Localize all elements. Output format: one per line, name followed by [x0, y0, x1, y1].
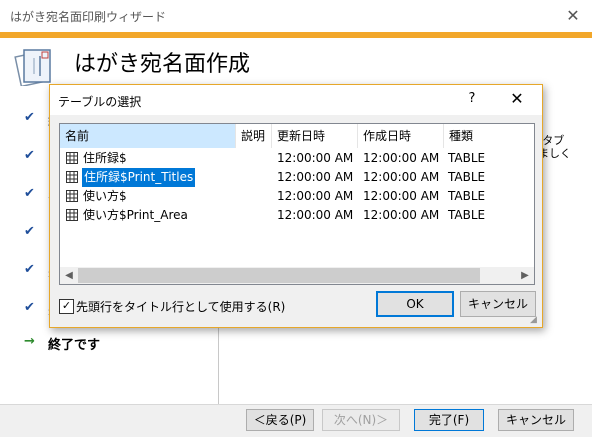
row-created: 12:00:00 AM: [363, 189, 440, 203]
dialog-cancel-button[interactable]: キャンセル: [460, 291, 536, 317]
row-type: TABLE: [448, 151, 486, 165]
use-header-row-label[interactable]: 先頭行をタイトル行として使用する(R): [76, 298, 285, 315]
table-row[interactable]: 使い方$ 12:00:00 AM 12:00:00 AM TABLE: [60, 187, 534, 206]
table-icon: [66, 190, 78, 202]
column-header-modified[interactable]: 更新日時: [272, 124, 358, 148]
table-header: 名前 説明 更新日時 作成日時 種類: [60, 124, 534, 148]
scroll-right-icon[interactable]: ▶: [518, 267, 532, 284]
use-header-row-checkbox[interactable]: ✓: [59, 299, 74, 314]
check-icon: ✔: [24, 300, 35, 315]
ok-button[interactable]: OK: [376, 291, 454, 317]
column-header-type[interactable]: 種類: [444, 124, 534, 148]
finish-button[interactable]: 完了(F): [414, 409, 484, 431]
check-icon: ✔: [24, 110, 35, 125]
row-type: TABLE: [448, 208, 486, 222]
back-button[interactable]: ＜戻る(P): [246, 409, 314, 431]
column-header-description[interactable]: 説明: [236, 124, 272, 148]
row-modified: 12:00:00 AM: [277, 170, 354, 184]
row-name: 住所録$: [83, 151, 127, 165]
wizard-cancel-button[interactable]: キャンセル: [498, 409, 574, 431]
row-created: 12:00:00 AM: [363, 170, 440, 184]
column-header-name[interactable]: 名前: [60, 124, 236, 148]
row-name: 使い方$Print_Area: [83, 208, 188, 222]
row-name: 使い方$: [83, 189, 127, 203]
row-modified: 12:00:00 AM: [277, 151, 354, 165]
table-row[interactable]: 使い方$Print_Area 12:00:00 AM 12:00:00 AM T…: [60, 206, 534, 225]
row-modified: 12:00:00 AM: [277, 208, 354, 222]
row-type: TABLE: [448, 189, 486, 203]
table-row[interactable]: 住所録$ 12:00:00 AM 12:00:00 AM TABLE: [60, 149, 534, 168]
dialog-title: テーブルの選択: [58, 95, 142, 109]
window-title: はがき宛名面印刷ウィザード: [10, 10, 167, 24]
check-icon: ✔: [24, 148, 35, 163]
next-button[interactable]: 次へ(N)＞: [322, 409, 400, 431]
resize-grip-icon[interactable]: ◢: [530, 315, 540, 325]
row-type: TABLE: [448, 170, 486, 184]
select-table-dialog: テーブルの選択 ? ✕ 名前 説明 更新日時 作成日時 種類 住所録$ 12:0…: [49, 84, 543, 328]
scrollbar-thumb[interactable]: [78, 268, 480, 283]
horizontal-scrollbar[interactable]: ◀ ▶: [60, 267, 534, 284]
arrow-right-icon: →: [24, 334, 35, 349]
check-icon: ✔: [24, 224, 35, 239]
row-name: 住所録$Print_Titles: [82, 168, 196, 187]
dialog-close-button[interactable]: ✕: [502, 89, 532, 108]
postcard-icon: [14, 46, 54, 88]
scroll-left-icon[interactable]: ◀: [62, 267, 76, 284]
window-close-button[interactable]: ✕: [560, 4, 586, 28]
row-modified: 12:00:00 AM: [277, 189, 354, 203]
table-row-selected[interactable]: 住所録$Print_Titles 12:00:00 AM 12:00:00 AM…: [60, 168, 534, 187]
row-created: 12:00:00 AM: [363, 208, 440, 222]
wizard-page-title: はがき宛名面作成: [74, 52, 251, 77]
check-icon: ✔: [24, 186, 35, 201]
column-header-created[interactable]: 作成日時: [358, 124, 444, 148]
help-button[interactable]: ?: [462, 91, 482, 106]
table-list[interactable]: 名前 説明 更新日時 作成日時 種類 住所録$ 12:00:00 AM 12:0…: [59, 123, 535, 285]
check-icon: ✔: [24, 262, 35, 277]
row-created: 12:00:00 AM: [363, 151, 440, 165]
table-icon: [66, 152, 78, 164]
table-icon: [66, 171, 78, 183]
table-icon: [66, 209, 78, 221]
